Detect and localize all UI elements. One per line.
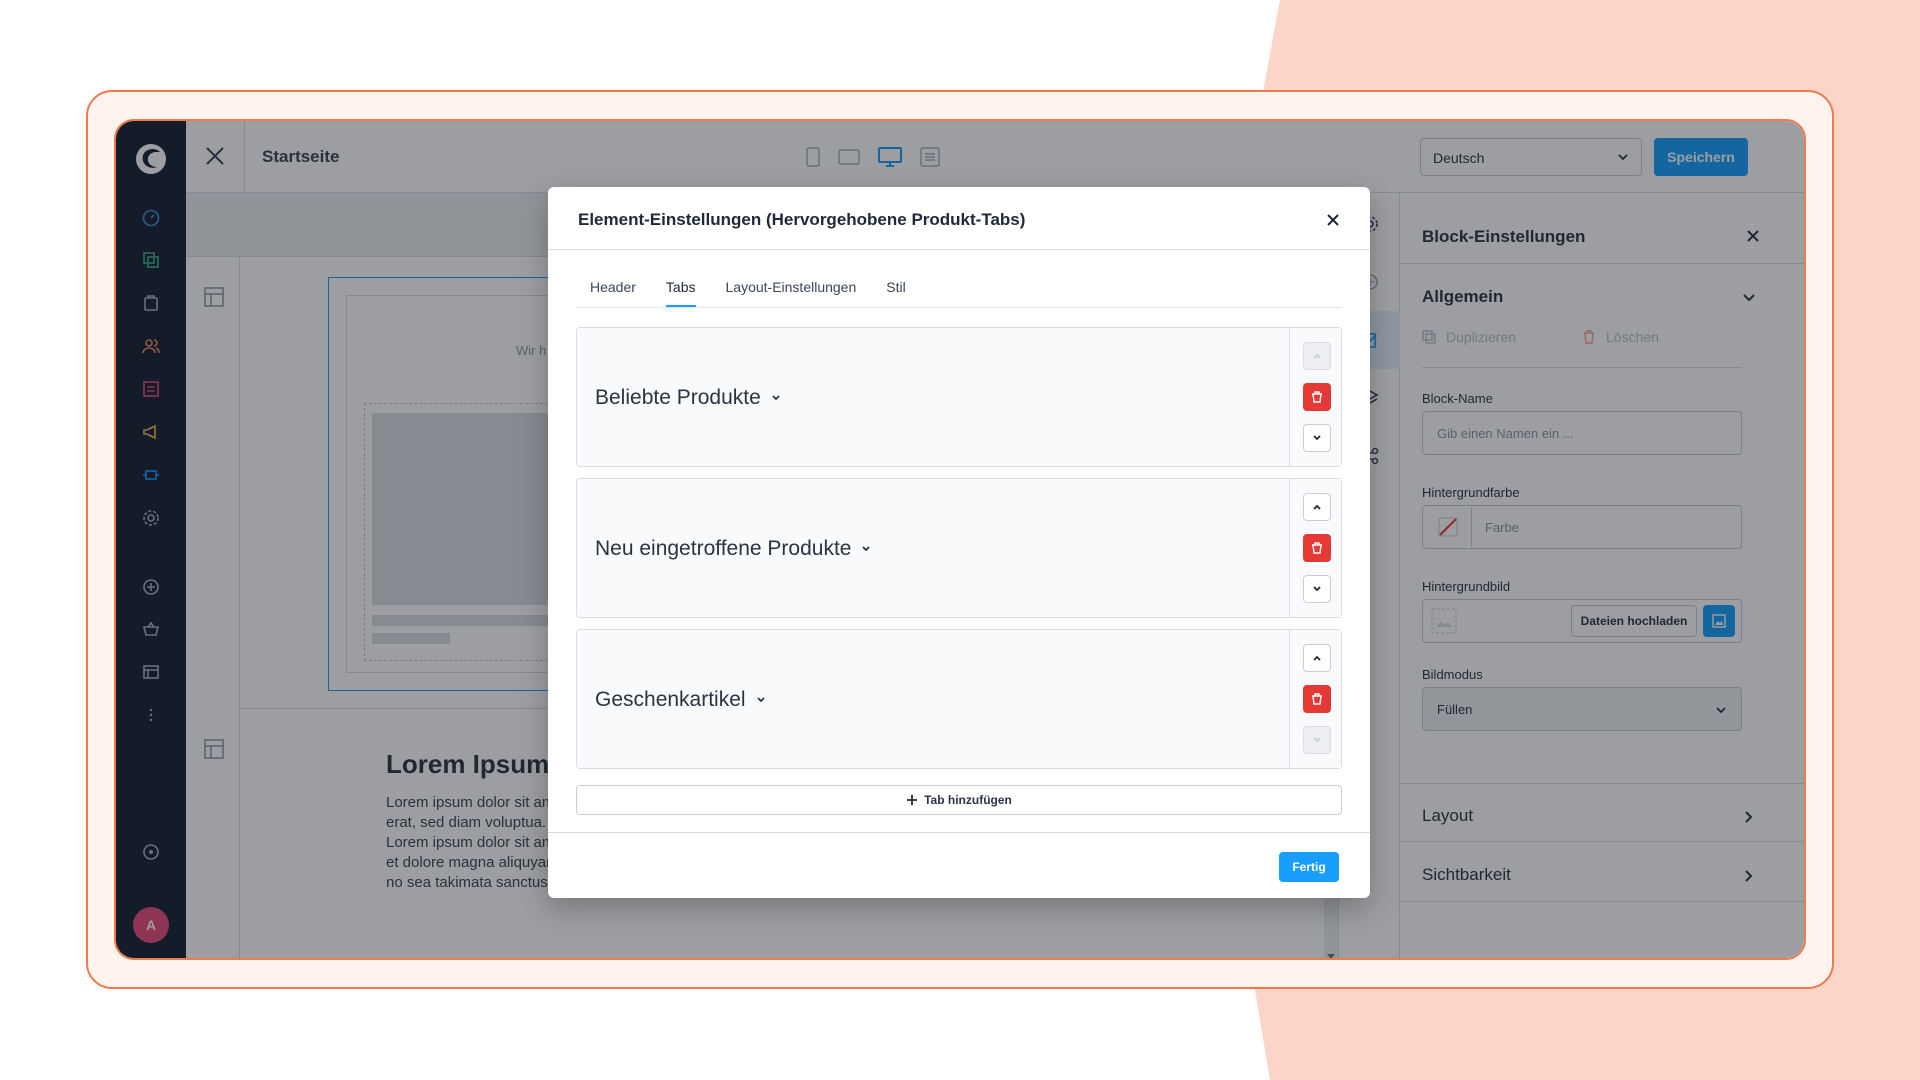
chevron-down-icon [1313, 435, 1321, 441]
modal-title: Element-Einstellungen (Hervorgehobene Pr… [578, 210, 1026, 229]
move-down-button[interactable] [1303, 575, 1331, 603]
divider [548, 249, 1370, 250]
tabs-underline [576, 307, 1342, 308]
tab-controls [1289, 630, 1341, 768]
product-tab-selector[interactable]: Beliebte Produkte [595, 386, 781, 410]
product-tab-item: Beliebte Produkte [576, 327, 1342, 467]
tab-controls [1289, 328, 1341, 466]
tab-controls [1289, 479, 1341, 617]
tab-layout-settings[interactable]: Layout-Einstellungen [726, 279, 857, 307]
product-tab-name: Neu eingetroffene Produkte [595, 537, 852, 560]
chevron-down-icon [772, 395, 780, 401]
move-up-button[interactable] [1303, 644, 1331, 672]
move-up-button[interactable] [1303, 342, 1331, 370]
move-up-button[interactable] [1303, 493, 1331, 521]
delete-tab-button[interactable] [1303, 534, 1331, 562]
add-tab-label: Tab hinzufügen [924, 793, 1012, 807]
trash-icon [1312, 391, 1322, 403]
trash-icon [1312, 542, 1322, 554]
tab-tabs[interactable]: Tabs [665, 279, 696, 307]
product-tab-selector[interactable]: Geschenkartikel [595, 688, 766, 712]
move-down-button[interactable] [1303, 424, 1331, 452]
chevron-down-icon [756, 697, 765, 703]
product-tab-selector[interactable]: Neu eingetroffene Produkte [595, 537, 871, 561]
product-tab-item: Geschenkartikel [576, 629, 1342, 769]
chevron-down-icon [862, 546, 871, 552]
chevron-up-icon [1313, 504, 1321, 510]
modal-tabs: Header Tabs Layout-Einstellungen Stil [590, 279, 906, 307]
done-button[interactable]: Fertig [1279, 852, 1339, 882]
product-tab-name: Beliebte Produkte [595, 386, 761, 409]
product-tab-name: Geschenkartikel [595, 688, 746, 711]
add-tab-button[interactable]: Tab hinzufügen [576, 785, 1342, 815]
chevron-down-icon [1313, 586, 1321, 592]
element-settings-modal: Element-Einstellungen (Hervorgehobene Pr… [548, 187, 1370, 898]
delete-tab-button[interactable] [1303, 383, 1331, 411]
trash-icon [1312, 693, 1322, 705]
tab-style[interactable]: Stil [886, 279, 905, 307]
chevron-down-icon [1313, 737, 1321, 743]
delete-tab-button[interactable] [1303, 685, 1331, 713]
chevron-up-icon [1313, 655, 1321, 661]
chevron-up-icon [1313, 353, 1321, 359]
product-tab-item: Neu eingetroffene Produkte [576, 478, 1342, 618]
plus-icon [907, 795, 918, 805]
close-icon[interactable] [1322, 209, 1344, 231]
move-down-button[interactable] [1303, 726, 1331, 754]
tab-header[interactable]: Header [590, 279, 636, 307]
divider [548, 832, 1370, 833]
